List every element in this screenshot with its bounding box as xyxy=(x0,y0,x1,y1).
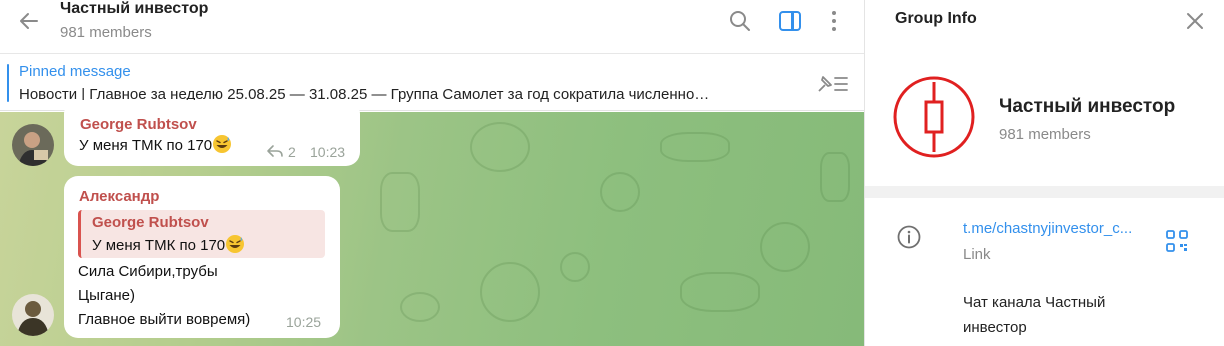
message-line: Цыгане) xyxy=(78,287,135,304)
message-text: У меня ТМК по 170 xyxy=(79,134,232,158)
quote-text: У меня ТМК по 170 xyxy=(92,234,245,258)
group-link[interactable]: t.me/chastnyjinvestor_c... xyxy=(963,220,1163,237)
pin-list-icon[interactable] xyxy=(814,72,850,96)
message-sender[interactable]: Александр xyxy=(79,188,159,205)
message-line: Главное выйти вовремя) xyxy=(78,311,251,328)
pinned-indicator xyxy=(7,64,9,102)
message-time: 10:23 xyxy=(310,144,346,160)
panel-title: Group Info xyxy=(895,10,977,27)
message-sender[interactable]: George Rubtsov xyxy=(80,116,197,133)
chat-title[interactable]: Частный инвестор xyxy=(60,0,208,18)
link-label: Link xyxy=(963,246,991,263)
message-time: 10:25 xyxy=(286,314,322,330)
chat-member-count: 981 members xyxy=(60,24,152,41)
quote-text-content: У меня ТМК по 170 xyxy=(92,237,226,254)
group-avatar[interactable] xyxy=(893,76,975,158)
avatar[interactable] xyxy=(12,124,54,166)
group-description: Чат канала Частный инвестор xyxy=(963,290,1105,340)
group-name: Частный инвестор xyxy=(999,96,1176,117)
message-line: Сила Сибири,трубы xyxy=(78,263,218,280)
description-line: инвестор xyxy=(963,319,1027,336)
chat-pane: Частный инвестор 981 members Pinned mess… xyxy=(0,0,864,346)
info-icon xyxy=(897,225,921,249)
quote-sender: George Rubtsov xyxy=(92,214,209,231)
message-text-content: У меня ТМК по 170 xyxy=(79,137,213,154)
pinned-label: Pinned message xyxy=(19,63,131,80)
group-member-count: 981 members xyxy=(999,126,1091,143)
more-vertical-icon[interactable] xyxy=(821,8,847,34)
back-arrow-icon[interactable] xyxy=(16,8,42,34)
sidebar-toggle-icon[interactable] xyxy=(777,8,803,34)
search-icon[interactable] xyxy=(727,8,753,34)
group-info-panel: Group Info Частный инвестор 981 members … xyxy=(864,0,1224,346)
reply-quote[interactable]: George Rubtsov У меня ТМК по 170 xyxy=(78,210,325,258)
chat-header: Частный инвестор 981 members xyxy=(0,0,864,54)
avatar[interactable] xyxy=(12,294,54,336)
reply-count[interactable]: 2 xyxy=(288,144,296,160)
reply-arrow-icon xyxy=(267,145,283,157)
section-divider xyxy=(865,186,1224,198)
close-icon[interactable] xyxy=(1183,9,1207,33)
message-bubble[interactable]: Александр George Rubtsov У меня ТМК по 1… xyxy=(64,176,340,338)
qr-code-icon[interactable] xyxy=(1165,229,1189,253)
grinning-sweat-emoji-icon xyxy=(226,235,245,253)
grinning-sweat-emoji-icon xyxy=(213,135,232,153)
description-line: Чат канала Частный xyxy=(963,294,1106,311)
message-bubble[interactable]: George Rubtsov У меня ТМК по 170 2 10:23 xyxy=(64,100,360,166)
